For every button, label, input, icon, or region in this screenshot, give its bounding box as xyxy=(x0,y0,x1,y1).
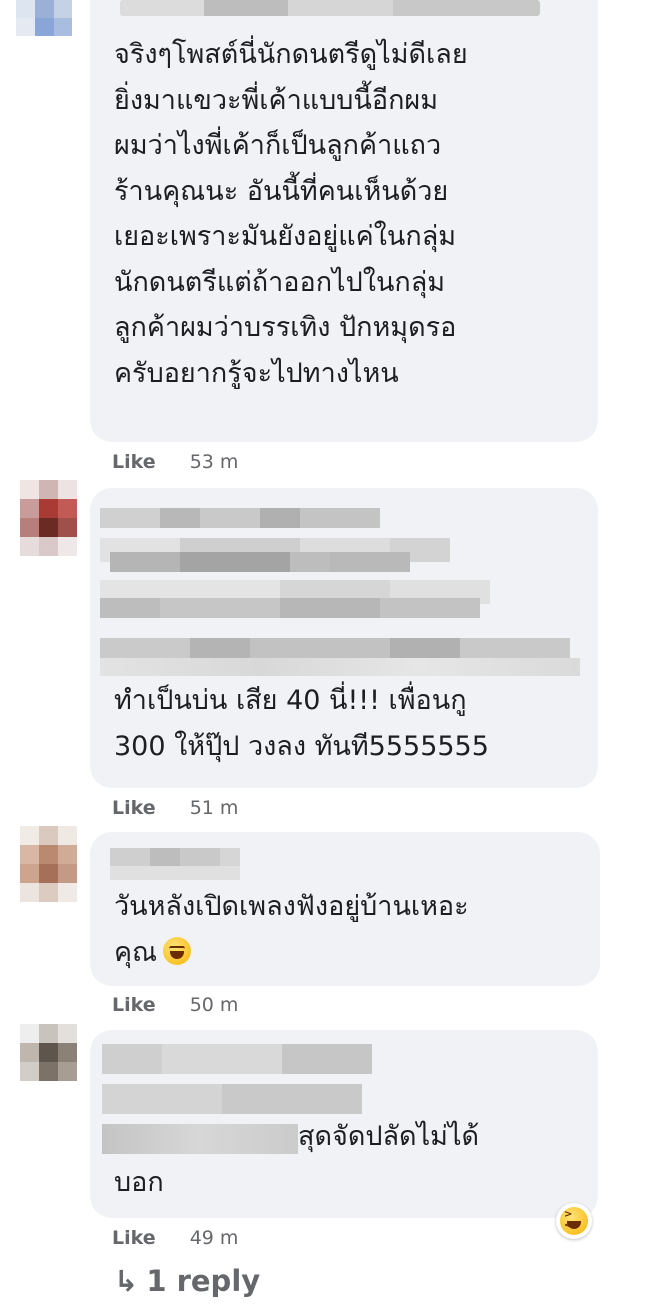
blurred-content xyxy=(100,658,580,676)
view-replies-link[interactable]: ↳ 1 reply xyxy=(114,1264,260,1298)
timestamp[interactable]: 53 m xyxy=(190,451,239,473)
comment-bubble: วันหลังเปิดเพลงฟังอยู่บ้านเหอะ คุณ xyxy=(90,832,600,986)
comment-bubble: ทำเป็นบ่น เสีย 40 นี่!!! เพื่อนกู 300 ให… xyxy=(90,488,598,788)
blurred-username xyxy=(102,1044,402,1074)
reply-arrow-icon: ↳ xyxy=(114,1264,139,1298)
blurred-content xyxy=(110,552,410,572)
like-button[interactable]: Like xyxy=(112,797,156,819)
rolling-laughing-emoji xyxy=(163,936,192,965)
avatar[interactable] xyxy=(20,826,78,906)
avatar[interactable] xyxy=(16,0,72,36)
comment-meta: Like 51 m xyxy=(112,797,238,819)
comment-text: ทำเป็นบ่น เสีย 40 นี่!!! เพื่อนกู 300 ให… xyxy=(114,685,489,762)
blurred-content xyxy=(100,598,510,618)
like-button[interactable]: Like xyxy=(112,451,156,473)
blurred-content xyxy=(102,1084,362,1114)
blurred-content xyxy=(100,508,570,528)
reply-count-label: 1 reply xyxy=(146,1264,261,1298)
comment-bubble: สุดจัดปลัดไม่ได้ บอก xyxy=(90,1030,598,1218)
comment-meta: Like 49 m xyxy=(112,1227,238,1249)
timestamp[interactable]: 51 m xyxy=(190,797,239,819)
comment-text: สุดจัดปลัดไม่ได้ xyxy=(298,1121,480,1152)
blurred-username xyxy=(110,848,240,884)
like-button[interactable]: Like xyxy=(112,1227,156,1249)
comment-bubble: จริงๆโพสต์นี่นักดนตรีดูไม่ดีเลย ยิ่งมาแข… xyxy=(90,0,598,442)
timestamp[interactable]: 50 m xyxy=(190,994,239,1016)
avatar[interactable] xyxy=(20,1024,80,1094)
comment-text: บอก xyxy=(114,1167,164,1198)
blurred-username xyxy=(120,0,540,16)
comment-text: วันหลังเปิดเพลงฟังอยู่บ้านเหอะ คุณ xyxy=(114,891,469,968)
comment-meta: Like 50 m xyxy=(112,994,238,1016)
timestamp[interactable]: 49 m xyxy=(190,1227,239,1249)
comment-text: จริงๆโพสต์นี่นักดนตรีดูไม่ดีเลย ยิ่งมาแข… xyxy=(114,39,468,389)
blurred-content xyxy=(102,1124,298,1154)
comment-meta: Like 53 m xyxy=(112,451,238,473)
laughing-reaction-icon[interactable] xyxy=(556,1203,592,1239)
blurred-content xyxy=(100,638,580,658)
avatar[interactable] xyxy=(20,480,78,560)
like-button[interactable]: Like xyxy=(112,994,156,1016)
